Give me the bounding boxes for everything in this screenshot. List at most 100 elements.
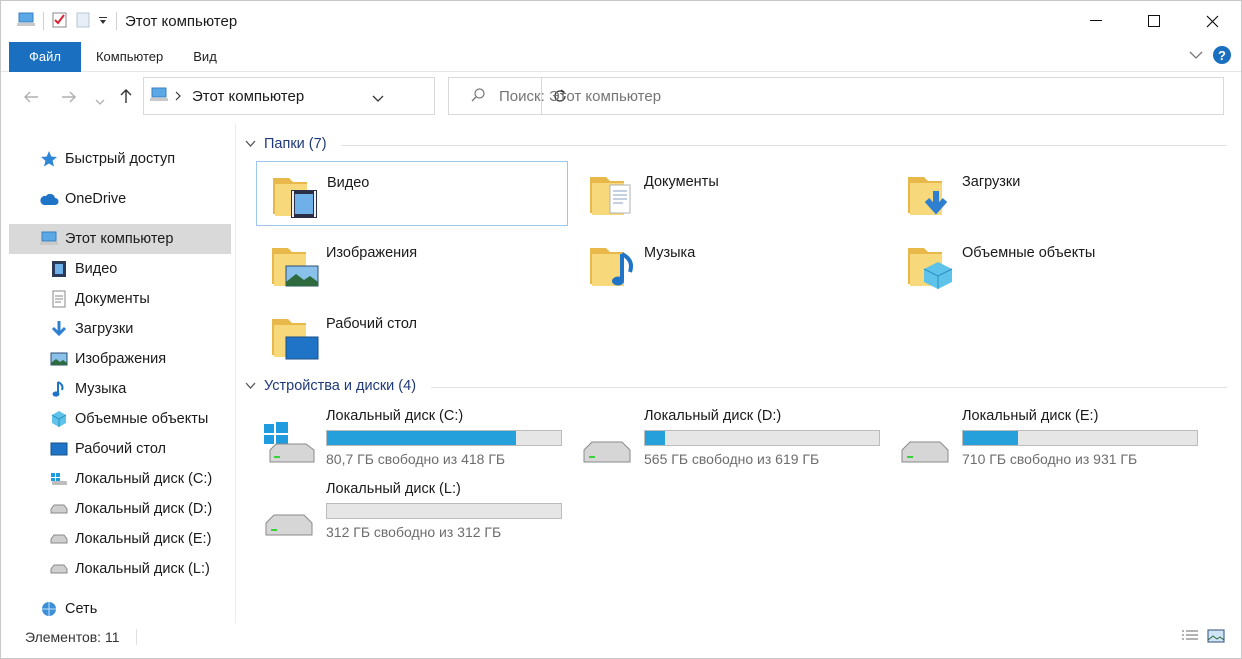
customize-dropdown-icon[interactable] — [98, 13, 108, 29]
expand-ribbon-icon[interactable] — [1189, 47, 1203, 63]
folder-name: Объемные объекты — [962, 245, 1096, 261]
forward-arrow-icon[interactable] — [61, 88, 77, 109]
folder-tile-3d-objects[interactable]: Объемные объекты — [892, 232, 1204, 297]
toolbar-separator — [116, 12, 117, 30]
document-icon — [49, 289, 69, 309]
minimize-button[interactable] — [1067, 1, 1125, 41]
folders-group-header[interactable]: Папки (7) — [245, 136, 327, 152]
status-separator — [136, 629, 137, 645]
computer-icon[interactable] — [17, 12, 35, 31]
folder-tile-music[interactable]: Музыка — [574, 232, 886, 297]
sidebar-item-drive-e[interactable]: Локальный диск (E:) — [9, 524, 231, 554]
sidebar-item-label: Объемные объекты — [75, 411, 209, 427]
sidebar-item-videos[interactable]: Видео — [9, 254, 231, 284]
search-input[interactable] — [499, 87, 1199, 105]
sidebar-item-drive-d[interactable]: Локальный диск (D:) — [9, 494, 231, 524]
sidebar-item-3d-objects[interactable]: Объемные объекты — [9, 404, 231, 434]
group-header-label: Папки (7) — [264, 136, 327, 152]
recent-locations-chevron-icon[interactable] — [95, 90, 105, 111]
sidebar-item-drive-c[interactable]: Локальный диск (C:) — [9, 464, 231, 494]
sidebar-item-onedrive[interactable]: OneDrive — [9, 184, 231, 214]
sidebar-item-drive-l[interactable]: Локальный диск (L:) — [9, 554, 231, 584]
sidebar-item-quick-access[interactable]: Быстрый доступ — [9, 144, 231, 174]
large-icons-view-icon[interactable] — [1207, 629, 1225, 646]
drive-tile-e[interactable]: Локальный диск (E:) 710 ГБ свободно из 9… — [892, 408, 1204, 474]
new-folder-icon[interactable] — [76, 12, 90, 31]
drive-icon — [49, 499, 69, 519]
pictures-folder-icon — [272, 248, 319, 287]
cloud-icon — [39, 189, 59, 209]
network-icon — [39, 599, 59, 619]
sidebar-item-label: Загрузки — [75, 321, 134, 337]
star-icon — [39, 149, 59, 169]
navigation-pane: Быстрый доступ OneDrive Этот компьютер В… — [9, 133, 235, 623]
downloads-folder-icon — [908, 177, 948, 215]
sidebar-item-desktop[interactable]: Рабочий стол — [9, 434, 231, 464]
up-arrow-icon[interactable] — [119, 88, 133, 109]
drive-usage-fill — [645, 431, 666, 445]
window-controls — [1067, 1, 1241, 41]
tab-computer[interactable]: Компьютер — [81, 42, 178, 72]
sidebar-item-label: Локальный диск (E:) — [75, 531, 212, 547]
pane-divider[interactable] — [235, 123, 236, 623]
title-bar: Этот компьютер — [1, 1, 1241, 41]
folder-tile-documents[interactable]: Документы — [574, 161, 886, 226]
collapse-chevron-icon[interactable] — [245, 136, 256, 152]
folder-tile-pictures[interactable]: Изображения — [256, 232, 568, 297]
sidebar-item-network[interactable]: Сеть — [9, 594, 231, 624]
drive-tile-d[interactable]: Локальный диск (D:) 565 ГБ свободно из 6… — [574, 408, 886, 474]
maximize-button[interactable] — [1125, 1, 1183, 41]
address-dropdown-icon[interactable] — [372, 90, 384, 106]
folder-name: Изображения — [326, 245, 418, 261]
drive-icon — [49, 559, 69, 579]
folder-tile-videos[interactable]: Видео — [256, 161, 568, 226]
sidebar-item-label: Локальный диск (D:) — [75, 501, 213, 517]
folder-tile-desktop[interactable]: Рабочий стол — [256, 303, 568, 368]
devices-group-header[interactable]: Устройства и диски (4) — [245, 378, 416, 394]
drive-free-space: 565 ГБ свободно из 619 ГБ — [644, 451, 820, 467]
folder-name: Видео — [327, 175, 370, 191]
close-button[interactable] — [1183, 1, 1241, 41]
drive-free-space: 312 ГБ свободно из 312 ГБ — [326, 524, 502, 540]
ribbon-controls: ? — [1189, 46, 1231, 64]
documents-folder-icon — [590, 177, 631, 215]
sidebar-item-downloads[interactable]: Загрузки — [9, 314, 231, 344]
sidebar-item-documents[interactable]: Документы — [9, 284, 231, 314]
properties-icon[interactable] — [52, 12, 68, 31]
address-bar[interactable]: Этот компьютер — [143, 77, 566, 115]
video-folder-icon — [273, 178, 317, 218]
sidebar-item-music[interactable]: Музыка — [9, 374, 231, 404]
folder-tile-downloads[interactable]: Загрузки — [892, 161, 1204, 226]
sidebar-item-label: Изображения — [75, 351, 167, 367]
drive-usage-bar — [326, 430, 562, 446]
sidebar-item-label: Локальный диск (L:) — [75, 561, 210, 577]
breadcrumb-current[interactable]: Этот компьютер — [192, 88, 304, 105]
sidebar-item-this-pc[interactable]: Этот компьютер — [9, 224, 231, 254]
tab-file[interactable]: Файл — [9, 41, 81, 72]
explorer-window: Этот компьютер Файл Компьютер Вид ? Этот… — [0, 0, 1242, 659]
window-title: Этот компьютер — [125, 12, 238, 30]
drive-name: Локальный диск (D:) — [644, 408, 782, 424]
sidebar-item-label: Сеть — [65, 601, 98, 617]
ribbon-tabs: Файл Компьютер Вид ? — [1, 41, 1241, 72]
drive-name: Локальный диск (E:) — [962, 408, 1099, 424]
computer-icon — [150, 87, 168, 106]
sidebar-item-label: Видео — [75, 261, 118, 277]
computer-icon — [39, 229, 59, 249]
back-arrow-icon[interactable] — [23, 88, 39, 109]
music-icon — [49, 379, 69, 399]
sidebar-item-pictures[interactable]: Изображения — [9, 344, 231, 374]
drive-tile-c[interactable]: Локальный диск (C:) 80,7 ГБ свободно из … — [256, 408, 568, 474]
sidebar-item-label: Документы — [75, 291, 150, 307]
sidebar-item-label: Рабочий стол — [75, 441, 167, 457]
tab-view[interactable]: Вид — [178, 42, 232, 72]
sidebar-item-label: Музыка — [75, 381, 127, 397]
sidebar-item-label: Быстрый доступ — [65, 151, 176, 167]
search-box[interactable] — [448, 77, 1224, 115]
drive-tile-l[interactable]: Локальный диск (L:) 312 ГБ свободно из 3… — [256, 481, 568, 547]
help-icon[interactable]: ? — [1213, 46, 1231, 64]
collapse-chevron-icon[interactable] — [245, 378, 256, 394]
download-icon — [49, 319, 69, 339]
details-view-icon[interactable] — [1181, 629, 1199, 646]
breadcrumb-chevron-icon[interactable] — [174, 88, 182, 104]
